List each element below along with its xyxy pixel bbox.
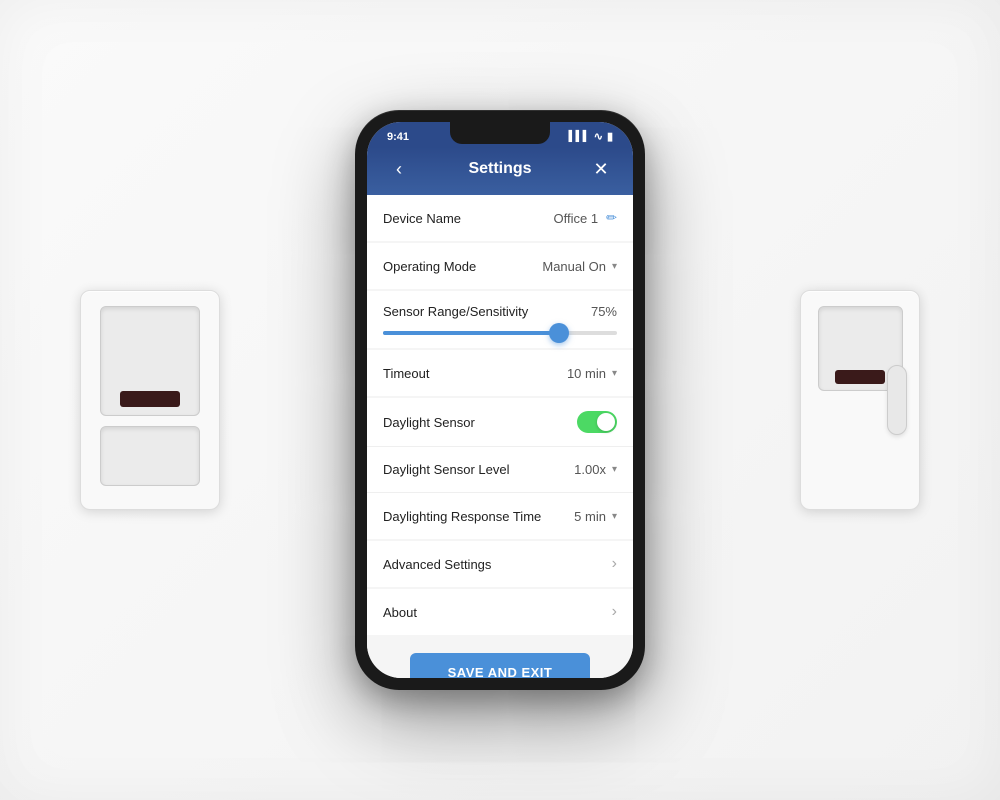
daylight-sensor-level-row[interactable]: Daylight Sensor Level 1.00x ▾ <box>367 447 633 493</box>
right-switch-plate <box>800 290 920 510</box>
timeout-row[interactable]: Timeout 10 min ▾ <box>367 350 633 396</box>
about-row[interactable]: About › <box>367 589 633 635</box>
operating-mode-section: Operating Mode Manual On ▾ <box>367 243 633 289</box>
daylight-sensor-label: Daylight Sensor <box>383 415 475 430</box>
status-time: 9:41 <box>387 131 409 143</box>
about-section: About › <box>367 589 633 635</box>
right-sensor-bar <box>835 370 885 384</box>
battery-icon: ▮ <box>607 130 613 143</box>
back-button[interactable]: ‹ <box>385 155 413 183</box>
timeout-value-container: 10 min ▾ <box>567 366 617 381</box>
device-name-value: Office 1 <box>554 211 599 226</box>
save-section: SAVE AND EXIT <box>367 637 633 678</box>
operating-mode-dropdown-icon: ▾ <box>612 261 617 272</box>
daylighting-response-value: 5 min <box>574 509 606 524</box>
left-sensor-bar <box>120 391 180 407</box>
wifi-icon: ∿ <box>594 130 603 143</box>
phone-screen: 9:41 ▌▌▌ ∿ ▮ ‹ Settings ✕ <box>367 122 633 678</box>
sensor-range-value: 75% <box>591 304 617 319</box>
sensor-range-label: Sensor Range/Sensitivity <box>383 304 528 319</box>
device-name-label: Device Name <box>383 211 461 226</box>
nav-bar: ‹ Settings ✕ <box>367 147 633 195</box>
daylight-level-dropdown-icon: ▾ <box>612 464 617 475</box>
settings-content: Device Name Office 1 ✏ Operating Mode Ma… <box>367 195 633 678</box>
daylight-sensor-level-value: 1.00x <box>574 462 606 477</box>
phone-notch <box>450 122 550 144</box>
left-switch-bottom <box>100 426 200 486</box>
slider-thumb[interactable] <box>549 323 569 343</box>
signal-icon: ▌▌▌ <box>568 131 589 142</box>
timeout-label: Timeout <box>383 366 429 381</box>
timeout-value: 10 min <box>567 366 606 381</box>
operating-mode-row[interactable]: Operating Mode Manual On ▾ <box>367 243 633 289</box>
save-button[interactable]: SAVE AND EXIT <box>410 653 590 678</box>
operating-mode-value-container: Manual On ▾ <box>542 259 617 274</box>
left-switch-plate <box>80 290 220 510</box>
slider-track[interactable] <box>383 331 617 335</box>
close-button[interactable]: ✕ <box>587 155 615 183</box>
daylight-sensor-row: Daylight Sensor <box>367 398 633 447</box>
daylighting-response-label: Daylighting Response Time <box>383 509 541 524</box>
sensor-range-section: Sensor Range/Sensitivity 75% <box>367 291 633 348</box>
device-name-row: Device Name Office 1 ✏ <box>367 195 633 241</box>
daylight-sensor-level-value-container: 1.00x ▾ <box>574 462 617 477</box>
phone-frame: 9:41 ▌▌▌ ∿ ▮ ‹ Settings ✕ <box>355 110 645 690</box>
operating-mode-label: Operating Mode <box>383 259 476 274</box>
status-icons: ▌▌▌ ∿ ▮ <box>568 130 613 143</box>
left-switch-body <box>100 306 200 416</box>
about-chevron: › <box>612 603 617 621</box>
advanced-settings-label: Advanced Settings <box>383 557 491 572</box>
daylight-sensor-toggle[interactable] <box>577 411 617 433</box>
daylight-sensor-section: Daylight Sensor Daylight Sensor Level 1.… <box>367 398 633 539</box>
device-name-section: Device Name Office 1 ✏ <box>367 195 633 241</box>
page-title: Settings <box>468 160 531 178</box>
device-name-value-container: Office 1 ✏ <box>554 210 617 226</box>
edit-icon[interactable]: ✏ <box>606 210 617 226</box>
response-time-dropdown-icon: ▾ <box>612 511 617 522</box>
daylighting-response-row[interactable]: Daylighting Response Time 5 min ▾ <box>367 493 633 539</box>
right-switch-handle <box>887 365 907 435</box>
daylighting-response-value-container: 5 min ▾ <box>574 509 617 524</box>
advanced-settings-chevron: › <box>612 555 617 573</box>
about-label: About <box>383 605 417 620</box>
advanced-settings-section: Advanced Settings › <box>367 541 633 587</box>
slider-header: Sensor Range/Sensitivity 75% <box>383 304 617 319</box>
operating-mode-value: Manual On <box>542 259 606 274</box>
timeout-section: Timeout 10 min ▾ <box>367 350 633 396</box>
advanced-settings-row[interactable]: Advanced Settings › <box>367 541 633 587</box>
timeout-dropdown-icon: ▾ <box>612 368 617 379</box>
phone-container: 9:41 ▌▌▌ ∿ ▮ ‹ Settings ✕ <box>355 110 645 690</box>
slider-fill <box>383 331 559 335</box>
daylight-sensor-level-label: Daylight Sensor Level <box>383 462 509 477</box>
